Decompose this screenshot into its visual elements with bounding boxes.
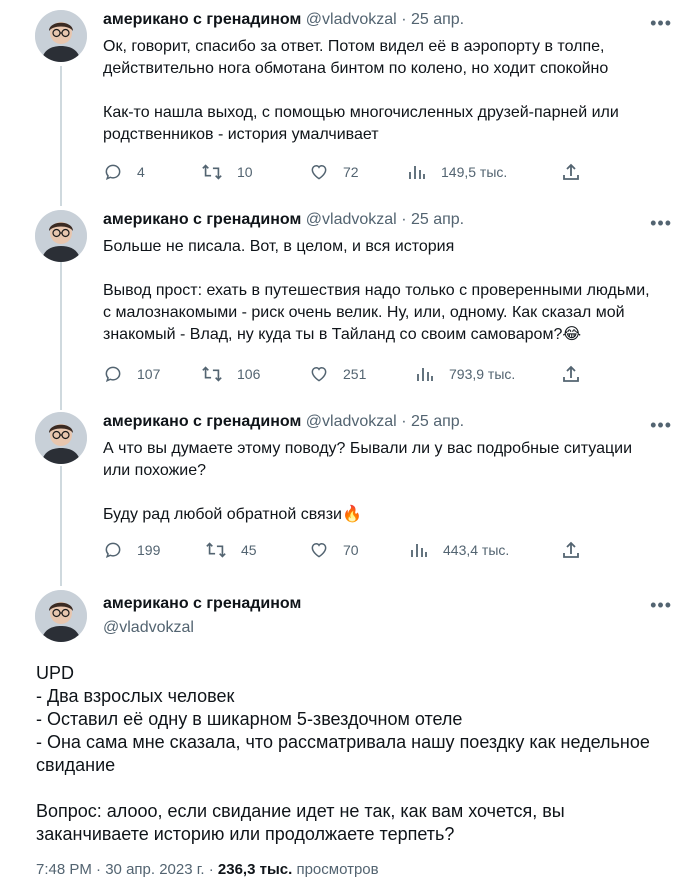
- main-tweet-line: - Оставил её одну в шикарном 5-звездочно…: [36, 709, 463, 729]
- tweet-header: американо с гренадином @vladvokzal · 25 …: [103, 10, 700, 30]
- retweet-count: 45: [241, 542, 257, 558]
- tweet-paragraph: Буду рад любой обратной связи🔥: [103, 506, 362, 523]
- retweet-button[interactable]: 45: [205, 540, 257, 560]
- views-total: 236,3 тыс.: [217, 861, 293, 878]
- avatar[interactable]: [35, 590, 87, 642]
- reply-count: 199: [137, 542, 161, 558]
- author-handle[interactable]: @vladvokzal: [306, 413, 397, 430]
- share-button[interactable]: [561, 540, 595, 560]
- retweet-count: 10: [237, 164, 253, 180]
- like-button[interactable]: 72: [309, 162, 359, 182]
- tweet-date[interactable]: 25 апр.: [411, 11, 464, 28]
- views-button[interactable]: 149,5 тыс.: [407, 162, 507, 182]
- tweet-actions: 4 10 72 149,5 тыс.: [103, 162, 593, 184]
- like-count: 70: [343, 542, 359, 558]
- heart-icon: [311, 542, 327, 558]
- like-count: 251: [343, 366, 367, 382]
- share-icon: [563, 541, 579, 558]
- views-button[interactable]: 793,9 тыс.: [415, 364, 515, 384]
- reply-button[interactable]: 4: [103, 162, 145, 182]
- heart-icon: [311, 164, 327, 180]
- author-name[interactable]: американо с гренадином: [103, 211, 301, 228]
- author-handle[interactable]: @vladvokzal: [103, 618, 301, 638]
- author-handle[interactable]: @vladvokzal: [306, 211, 397, 228]
- views-count: 793,9 тыс.: [449, 366, 516, 382]
- main-tweet-line: - Два взрослых человек: [36, 686, 235, 706]
- like-count: 72: [343, 164, 359, 180]
- views-count: 149,5 тыс.: [441, 164, 508, 180]
- tweet-header: американо с гренадином @vladvokzal · 25 …: [103, 412, 700, 432]
- retweet-icon: [202, 366, 222, 382]
- author-handle[interactable]: @vladvokzal: [306, 11, 397, 28]
- retweet-count: 106: [237, 366, 261, 382]
- tweet-header: американо с гренадином @vladvokzal · 25 …: [103, 210, 700, 230]
- tweet-full-date[interactable]: 30 апр. 2023 г.: [105, 861, 204, 878]
- tweet-date[interactable]: 25 апр.: [411, 413, 464, 430]
- share-icon: [563, 365, 579, 382]
- reply-count: 107: [137, 366, 161, 382]
- reply-count: 4: [137, 164, 145, 180]
- main-tweet-text: UPD - Два взрослых человек - Оставил её …: [36, 662, 676, 846]
- reply-icon: [105, 164, 121, 181]
- tweet-paragraph: Вывод прост: ехать в путешествия надо то…: [103, 282, 650, 343]
- share-button[interactable]: [561, 364, 595, 384]
- main-tweet-line: UPD: [36, 663, 75, 683]
- tweet[interactable]: американо с гренадином @vladvokzal · 25 …: [0, 10, 700, 146]
- tweet[interactable]: американо с гренадином @vladvokzal · 25 …: [0, 412, 700, 526]
- retweet-icon: [202, 164, 222, 180]
- separator: ·: [96, 861, 102, 878]
- views-button[interactable]: 443,4 тыс.: [409, 540, 509, 560]
- more-options-icon[interactable]: •••: [650, 416, 672, 434]
- like-button[interactable]: 70: [309, 540, 359, 560]
- reply-icon: [105, 542, 121, 559]
- main-tweet-question: Вопрос: алооо, если свидание идет не так…: [36, 801, 565, 844]
- tweet-meta: 7:48 PM · 30 апр. 2023 г. · 236,3 тыс. п…: [36, 861, 379, 878]
- share-button[interactable]: [561, 162, 595, 182]
- tweet-paragraph: Больше не писала. Вот, в целом, и вся ис…: [103, 238, 455, 255]
- author-name[interactable]: американо с гренадином: [103, 594, 301, 614]
- author-name[interactable]: американо с гренадином: [103, 11, 301, 28]
- tweet-actions: 107 106 251 793,9 тыс.: [103, 364, 593, 386]
- views-count: 443,4 тыс.: [443, 542, 510, 558]
- more-options-icon[interactable]: •••: [650, 14, 672, 32]
- tweet-text: Ок, говорит, спасибо за ответ. Потом вид…: [103, 36, 700, 146]
- views-label: просмотров: [296, 861, 379, 878]
- tweet-actions: 199 45 70 443,4 тыс.: [103, 540, 593, 562]
- avatar-image: [35, 590, 87, 642]
- share-icon: [563, 163, 579, 180]
- tweet-paragraph: Ок, говорит, спасибо за ответ. Потом вид…: [103, 38, 609, 77]
- retweet-icon: [206, 542, 226, 558]
- tweet-paragraph: Как-то нашла выход, с помощью многочисле…: [103, 104, 619, 143]
- retweet-button[interactable]: 10: [201, 162, 253, 182]
- analytics-icon: [409, 166, 425, 179]
- tweet-text: А что вы думаете этому поводу? Бывали ли…: [103, 438, 700, 526]
- tweet[interactable]: американо с гренадином @vladvokzal · 25 …: [0, 210, 700, 346]
- main-tweet-header: американо с гренадином @vladvokzal: [103, 594, 301, 638]
- like-button[interactable]: 251: [309, 364, 366, 384]
- separator: ·: [401, 211, 407, 228]
- tweet-paragraph: А что вы думаете этому поводу? Бывали ли…: [103, 440, 633, 479]
- reply-button[interactable]: 199: [103, 540, 160, 560]
- separator: ·: [208, 861, 214, 878]
- analytics-icon: [417, 368, 433, 381]
- reply-icon: [105, 366, 121, 383]
- tweet-text: Больше не писала. Вот, в целом, и вся ис…: [103, 236, 700, 346]
- more-options-icon[interactable]: •••: [650, 214, 672, 232]
- reply-button[interactable]: 107: [103, 364, 160, 384]
- main-tweet-line: - Она сама мне сказала, что рассматривал…: [36, 732, 650, 775]
- heart-icon: [311, 366, 327, 382]
- more-options-icon[interactable]: •••: [650, 596, 672, 614]
- separator: ·: [401, 413, 407, 430]
- tweet-date[interactable]: 25 апр.: [411, 211, 464, 228]
- analytics-icon: [411, 544, 427, 557]
- retweet-button[interactable]: 106: [201, 364, 260, 384]
- tweet-time[interactable]: 7:48 PM: [36, 861, 92, 878]
- separator: ·: [401, 11, 407, 28]
- author-name[interactable]: американо с гренадином: [103, 413, 301, 430]
